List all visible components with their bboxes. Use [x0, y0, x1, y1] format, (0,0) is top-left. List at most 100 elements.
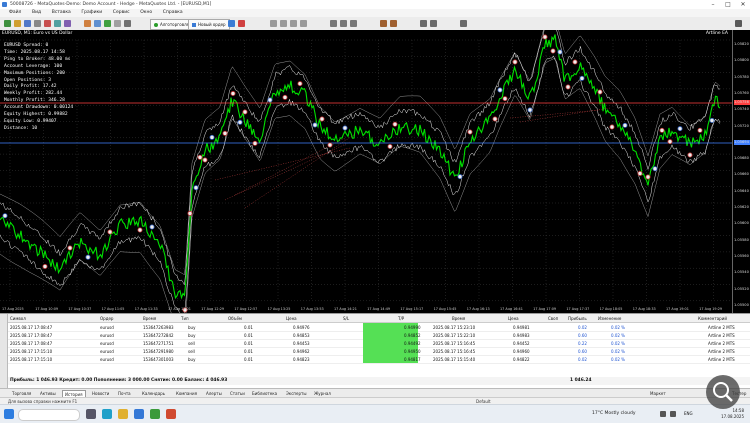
period-icon[interactable]	[420, 20, 427, 27]
trade-marker	[312, 122, 318, 128]
tab-company[interactable]: Компания	[174, 390, 199, 397]
tab-alerts[interactable]: Алерты	[204, 390, 224, 397]
price-axis[interactable]: 1.05820 1.05800 1.05780 1.05760 1.05740 1.057…	[732, 30, 750, 313]
data-window-icon[interactable]	[34, 20, 41, 27]
tab-articles[interactable]: Статьи	[228, 390, 247, 397]
time-axis-label: 17 Aug 11:05	[102, 307, 125, 311]
signals-icon[interactable]	[104, 20, 111, 27]
indicators-icon[interactable]	[380, 20, 387, 27]
cell-tp: 0.94852	[404, 332, 421, 338]
chart-canvas[interactable]: 17 Aug 2025 17 Aug 10:09 17 Aug 10:37 17 Au…	[0, 30, 732, 313]
metatrader-icon[interactable]	[150, 409, 160, 419]
menu-window[interactable]: Окно	[140, 9, 152, 17]
zoom-in-icon[interactable]	[280, 20, 287, 27]
cell-comment: Artline 2 MTS	[708, 324, 735, 330]
column-header[interactable]: Цена	[286, 316, 297, 321]
column-header[interactable]: Комментарий	[698, 316, 727, 321]
tile-windows-icon[interactable]	[300, 20, 307, 27]
column-header[interactable]: Ордер	[100, 316, 113, 321]
explorer-icon[interactable]	[118, 409, 128, 419]
ide-icon[interactable]	[84, 20, 91, 27]
tab-calendar[interactable]: Календарь	[140, 390, 167, 397]
menu-view[interactable]: Вид	[32, 9, 41, 17]
column-header[interactable]: Символ	[10, 316, 26, 321]
tab-experts[interactable]: Эксперты	[284, 390, 309, 397]
network-icon[interactable]	[660, 411, 666, 417]
column-header[interactable]: Цена	[508, 316, 519, 321]
column-header[interactable]: Объём	[228, 316, 242, 321]
column-header[interactable]: Тип	[181, 316, 189, 321]
start-icon[interactable]	[4, 409, 14, 419]
cell-volume: 0.01	[244, 340, 253, 346]
trade-marker	[42, 263, 48, 269]
tab-market[interactable]: Маркет	[648, 390, 668, 397]
settings-icon[interactable]	[124, 20, 131, 27]
column-header[interactable]: Своп	[548, 316, 558, 321]
column-header[interactable]: Прибыль	[568, 316, 587, 321]
tab-journal[interactable]: Журнал	[312, 390, 333, 397]
task-view-icon[interactable]	[86, 409, 96, 419]
store-icon[interactable]	[134, 409, 144, 419]
clock[interactable]: 14:58 17.08.2025	[721, 408, 744, 419]
taskbar-search[interactable]	[18, 409, 80, 421]
browser-icon[interactable]	[166, 409, 176, 419]
menu-help[interactable]: Справка	[163, 9, 183, 17]
terminal-icon[interactable]	[54, 20, 61, 27]
tab-news[interactable]: Новости	[90, 390, 111, 397]
trade-marker	[67, 245, 73, 251]
menu-tools[interactable]: Сервис	[113, 9, 130, 17]
minimize-button[interactable]: –	[706, 0, 720, 9]
trade-marker	[557, 49, 563, 55]
search-icon[interactable]	[735, 20, 742, 27]
tester-icon[interactable]	[64, 20, 71, 27]
line-chart-icon[interactable]	[350, 20, 357, 27]
autotrading-button[interactable]: Алготорговля	[150, 19, 194, 30]
objects-icon[interactable]	[390, 20, 397, 27]
tab-exposure[interactable]: Активы	[38, 390, 58, 397]
trade-table-header: Символ Ордер Время Тип Объём Цена S/L T/…	[8, 314, 750, 323]
tab-code-base[interactable]: Библиотека	[250, 390, 279, 397]
candles-icon[interactable]	[340, 20, 347, 27]
toolbox-side-strip[interactable]	[0, 314, 8, 389]
menu-file[interactable]: Файл	[9, 9, 21, 17]
volume-icon[interactable]	[670, 411, 676, 417]
cell-type: buy	[188, 332, 196, 338]
column-header[interactable]: Время	[143, 316, 156, 321]
sell-icon[interactable]	[238, 20, 245, 27]
tab-trade[interactable]: Торговля	[10, 390, 33, 397]
column-header[interactable]: Изменение	[598, 316, 621, 321]
column-header[interactable]: T/P	[398, 316, 404, 321]
navigator-icon[interactable]	[44, 20, 51, 27]
crosshair-icon[interactable]	[270, 20, 277, 27]
profiles-icon[interactable]	[14, 20, 21, 27]
maximize-button[interactable]: □	[721, 0, 735, 9]
menu-insert[interactable]: Вставка	[52, 9, 71, 17]
bar-chart-icon[interactable]	[330, 20, 337, 27]
zoom-out-icon[interactable]	[290, 20, 297, 27]
tab-mailbox[interactable]: Почта	[116, 390, 133, 397]
cell-volume: 0.01	[244, 348, 253, 354]
table-row[interactable]: 2025.08.17 17:15:10 eurusd 153647301003 …	[8, 355, 750, 364]
trade-marker	[687, 152, 693, 158]
cell-comment: Artline 2 MTS	[708, 356, 735, 362]
edge-icon[interactable]	[102, 409, 112, 419]
templates-icon[interactable]	[430, 20, 437, 27]
screenshot-icon[interactable]	[460, 20, 467, 27]
language-indicator[interactable]: ENG	[684, 411, 693, 416]
new-order-button[interactable]: Новый ордер	[188, 19, 230, 30]
column-header[interactable]: Время	[452, 316, 465, 321]
trade-marker	[645, 174, 651, 180]
vps-icon[interactable]	[94, 20, 101, 27]
column-header[interactable]: S/L	[343, 316, 349, 321]
balance-summary-row: Прибыль: 1 046.93 Кредит: 0.00 Пополнени…	[8, 377, 750, 385]
close-button[interactable]: ✕	[736, 0, 750, 9]
market-watch-icon[interactable]	[24, 20, 31, 27]
chart-window[interactable]: 17 Aug 2025 17 Aug 10:09 17 Aug 10:37 17 Au…	[0, 30, 732, 313]
menu-charts[interactable]: Графики	[81, 9, 102, 17]
new-chart-icon[interactable]	[4, 20, 11, 27]
screen-overlay-button[interactable]	[706, 375, 740, 409]
buy-icon[interactable]	[228, 20, 235, 27]
trade-marker	[637, 170, 643, 176]
chat-icon[interactable]	[114, 20, 121, 27]
weather-widget[interactable]: 17°C Mostly cloudy	[592, 411, 636, 416]
